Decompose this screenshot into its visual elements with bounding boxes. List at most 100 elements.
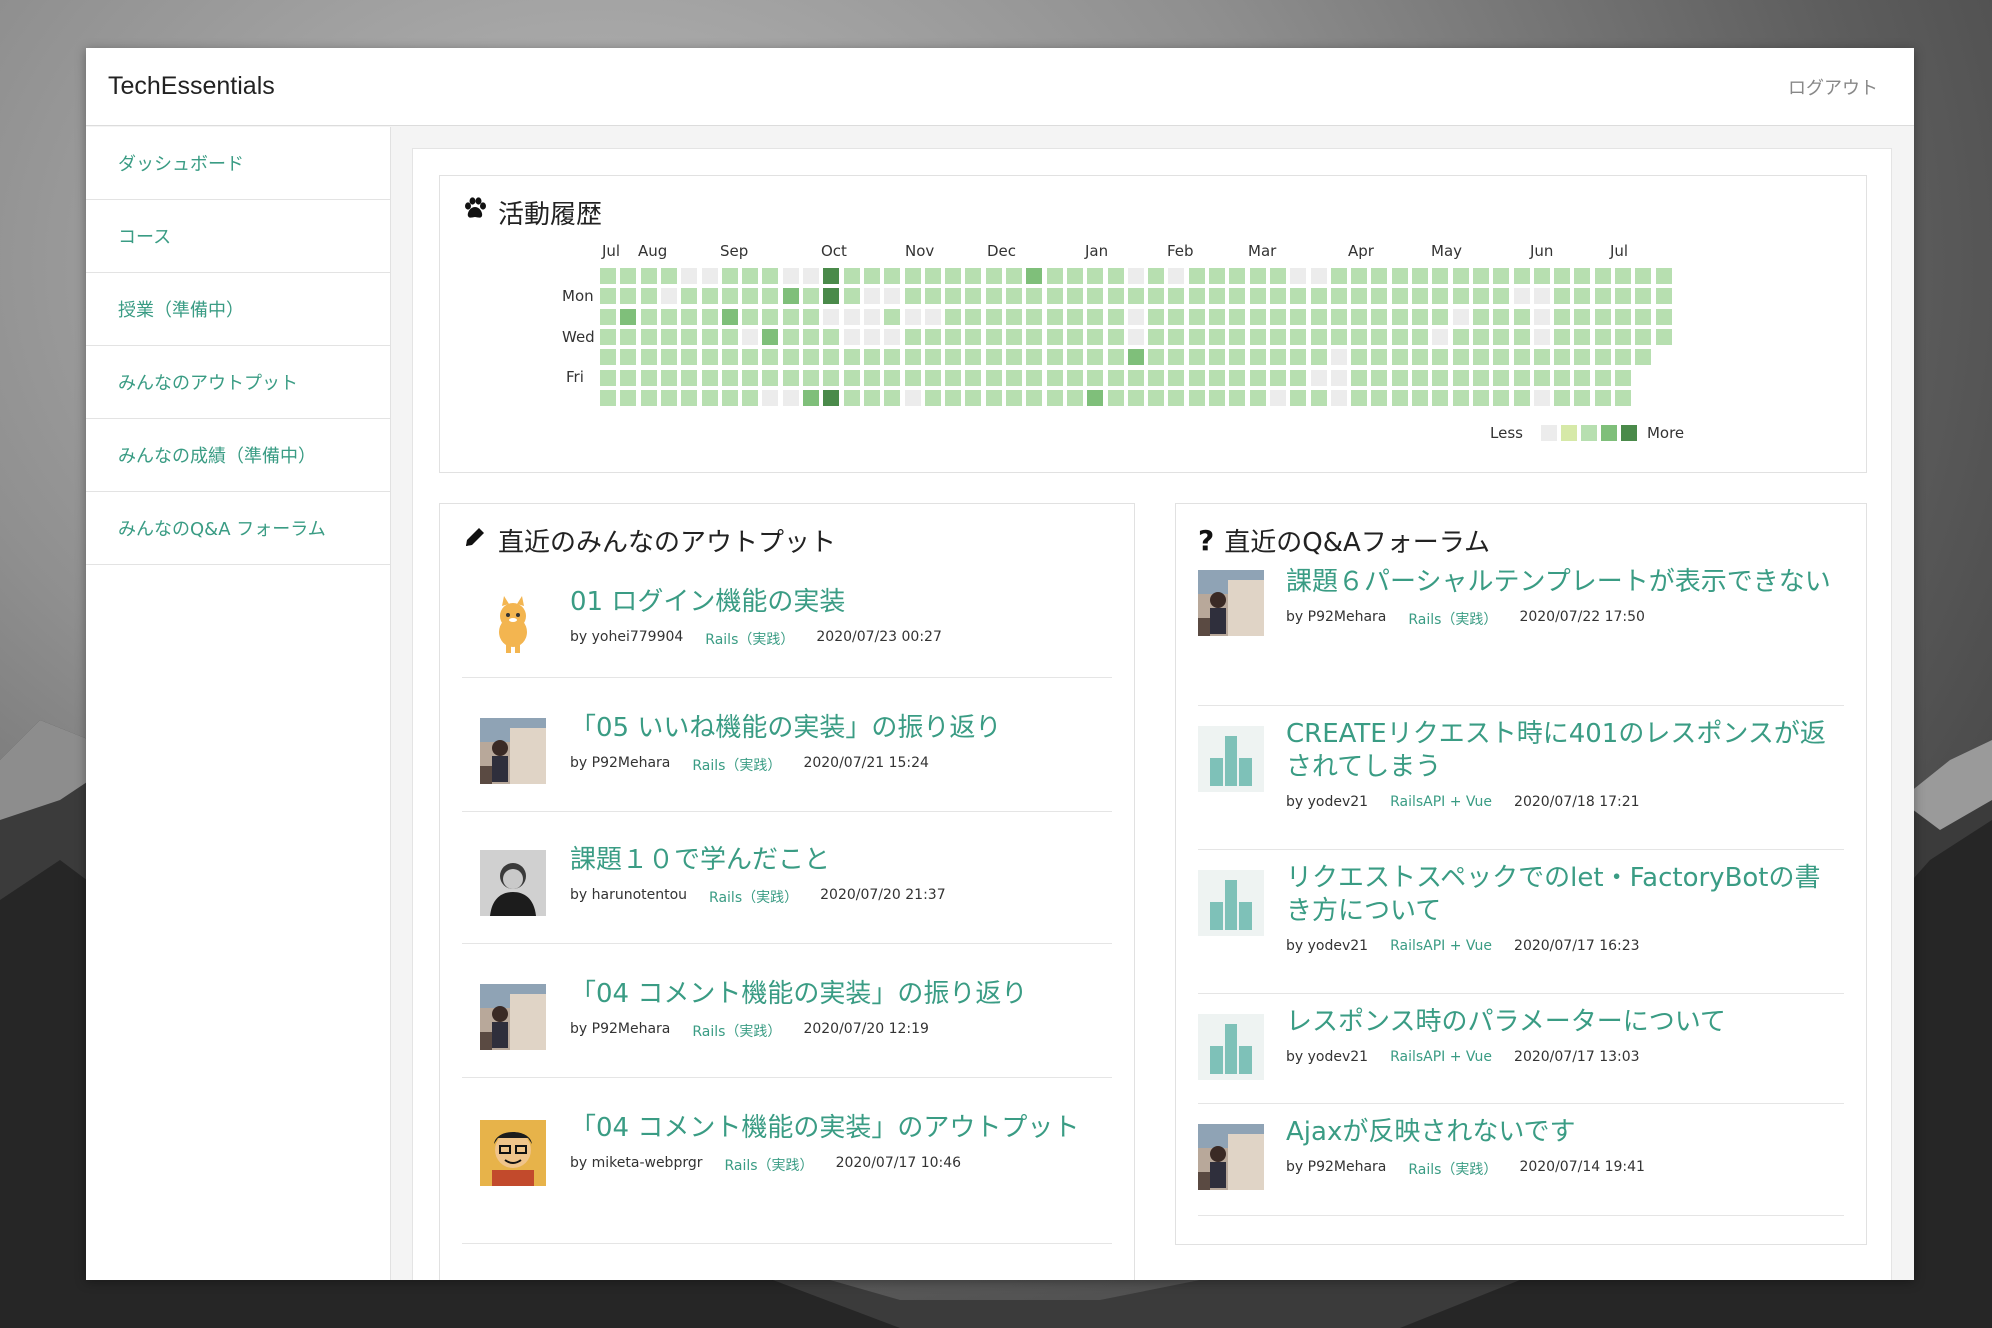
- heatmap-cell: [660, 288, 677, 305]
- sidebar-item-dashboard[interactable]: ダッシュボード: [86, 127, 390, 200]
- user-avatar[interactable]: [1198, 1014, 1264, 1080]
- top-navbar: TechEssentials ログアウト: [86, 48, 1914, 126]
- item-author[interactable]: by yodev21: [1286, 938, 1368, 954]
- item-title-link[interactable]: 課題１０で学んだこと: [570, 844, 1112, 877]
- list-item[interactable]: 課題１０で学んだこと by harunotentou Rails（実践） 2020/0…: [462, 812, 1112, 944]
- sidebar-item-qa-forum[interactable]: みんなのQ&A フォーラム: [86, 492, 390, 565]
- heatmap-cell: [803, 369, 819, 386]
- heatmap-month-label: Jan: [1085, 242, 1109, 260]
- item-title-link[interactable]: 「04 コメント機能の実装」の振り返り: [570, 978, 1112, 1011]
- heatmap-cell: [1615, 369, 1631, 386]
- heatmap-cell: [1127, 389, 1144, 406]
- heatmap-cell: [1006, 349, 1022, 366]
- user-avatar[interactable]: [1198, 1124, 1264, 1190]
- item-category-link[interactable]: Rails（実践）: [1408, 1159, 1497, 1179]
- sidebar-item-lessons[interactable]: 授業（準備中）: [86, 273, 390, 346]
- heatmap-cell: [1412, 369, 1428, 386]
- list-item[interactable]: 「04 コメント機能の実装」の振り返り by P92Mehara Rails（実践）…: [462, 944, 1112, 1078]
- user-avatar[interactable]: [480, 1120, 546, 1186]
- logout-link[interactable]: ログアウト: [1788, 74, 1878, 100]
- user-avatar[interactable]: [1198, 870, 1264, 936]
- heatmap-cell: [742, 268, 759, 284]
- list-item[interactable]: CREATEリクエスト時に401のレスポンスが返されてしまう by yodev21…: [1198, 706, 1844, 850]
- item-date: 2020/07/17 10:46: [835, 1155, 962, 1171]
- heatmap-cell: [1168, 288, 1185, 305]
- item-author[interactable]: by P92Mehara: [1286, 609, 1386, 629]
- heatmap-cell: [762, 288, 779, 305]
- heatmap-cell: [1391, 288, 1408, 305]
- heatmap-cell: [1209, 288, 1225, 305]
- sidebar-item-grades[interactable]: みんなの成績（準備中）: [86, 419, 390, 492]
- legend-swatch-3: [1600, 425, 1617, 441]
- item-author[interactable]: by yodev21: [1286, 1049, 1368, 1065]
- heatmap-cell: [762, 328, 779, 345]
- list-item[interactable]: 「05 いいね機能の実装」の振り返り by P92Mehara Rails（実践） 2…: [462, 678, 1112, 812]
- heatmap-cell: [681, 369, 698, 386]
- item-title-link[interactable]: 「05 いいね機能の実装」の振り返り: [570, 712, 1112, 745]
- item-title-link[interactable]: 「04 コメント機能の実装」のアウトプット: [570, 1112, 1112, 1145]
- item-category-link[interactable]: Rails（実践）: [1408, 609, 1497, 629]
- item-author[interactable]: by P92Mehara: [1286, 1159, 1386, 1179]
- heatmap-cell: [1391, 389, 1408, 406]
- heatmap-cell: [701, 389, 718, 406]
- heatmap-cell: [1351, 349, 1368, 366]
- heatmap-cell: [1513, 288, 1530, 305]
- heatmap-cell: [1026, 369, 1043, 386]
- heatmap-cell: [1432, 328, 1449, 345]
- heatmap-cell: [1229, 268, 1246, 284]
- heatmap-cell: [1533, 288, 1550, 305]
- item-author[interactable]: by yohei779904: [570, 629, 683, 649]
- list-item[interactable]: 「04 コメント機能の実装」のアウトプット by miketa-webprgr Ra…: [462, 1078, 1112, 1244]
- user-avatar[interactable]: [1198, 726, 1264, 792]
- item-category-link[interactable]: Rails（実践）: [724, 1155, 813, 1175]
- item-author[interactable]: by miketa-webprgr: [570, 1155, 702, 1175]
- item-title-link[interactable]: 課題６パーシャルテンプレートが表示できない: [1286, 566, 1844, 599]
- item-author[interactable]: by yodev21: [1286, 794, 1368, 810]
- heatmap-cell: [803, 349, 819, 366]
- item-category-link[interactable]: Rails（実践）: [692, 755, 781, 775]
- heatmap-cell: [1026, 328, 1043, 345]
- list-item[interactable]: 01 ログイン機能の実装 by yohei779904 Rails（実践） 2020/…: [462, 578, 1112, 678]
- item-category-link[interactable]: RailsAPI + Vue: [1390, 1049, 1492, 1065]
- heatmap-cell: [843, 389, 860, 406]
- heatmap-cell: [1574, 268, 1591, 284]
- heatmap-cell: [701, 369, 718, 386]
- heatmap-cell: [620, 349, 637, 366]
- item-author[interactable]: by P92Mehara: [570, 755, 670, 775]
- item-title-link[interactable]: Ajaxが反映されないです: [1286, 1116, 1844, 1149]
- heatmap-cell: [1533, 389, 1550, 406]
- item-title-link[interactable]: 01 ログイン機能の実装: [570, 586, 1112, 619]
- item-author[interactable]: by P92Mehara: [570, 1021, 670, 1041]
- list-item[interactable]: Ajaxが反映されないです by P92Mehara Rails（実践） 2020/0…: [1198, 1104, 1844, 1216]
- item-category-link[interactable]: Rails（実践）: [709, 887, 798, 907]
- item-title-link[interactable]: リクエストスペックでのlet・FactoryBotの書き方について: [1286, 862, 1844, 928]
- list-item[interactable]: 課題６パーシャルテンプレートが表示できない by P92Mehara Rails（実…: [1198, 566, 1844, 706]
- user-avatar[interactable]: [480, 984, 546, 1050]
- sidebar-item-outputs[interactable]: みんなのアウトプット: [86, 346, 390, 419]
- item-category-link[interactable]: Rails（実践）: [705, 629, 794, 649]
- recent-outputs-card: 直近のみんなのアウトプット 01 ログイン機能の実装 by yohei779904…: [439, 503, 1135, 1280]
- heatmap-cell: [1351, 268, 1368, 284]
- heatmap-cell: [965, 288, 982, 305]
- list-item[interactable]: レスポンス時のパラメーターについて by yodev21 RailsAPI + Vu…: [1198, 994, 1844, 1104]
- heatmap-cell: [823, 308, 840, 325]
- item-category-link[interactable]: Rails（実践）: [692, 1021, 781, 1041]
- heatmap-cell: [1655, 288, 1672, 305]
- item-category-link[interactable]: RailsAPI + Vue: [1390, 938, 1492, 954]
- user-avatar[interactable]: [480, 592, 546, 658]
- item-title-link[interactable]: レスポンス時のパラメーターについて: [1286, 1006, 1844, 1039]
- list-item[interactable]: リクエストスペックでのlet・FactoryBotの書き方について by yode…: [1198, 850, 1844, 994]
- heatmap-cell: [843, 308, 860, 325]
- heatmap-cell: [1452, 288, 1469, 305]
- brand-logo[interactable]: TechEssentials: [108, 72, 275, 101]
- item-author[interactable]: by harunotentou: [570, 887, 687, 907]
- user-avatar[interactable]: [480, 718, 546, 784]
- heatmap-cell: [1655, 328, 1672, 345]
- sidebar-item-courses[interactable]: コース: [86, 200, 390, 273]
- heatmap-cell: [985, 369, 1002, 386]
- item-category-link[interactable]: RailsAPI + Vue: [1390, 794, 1492, 810]
- user-avatar[interactable]: [1198, 570, 1264, 636]
- item-title-link[interactable]: CREATEリクエスト時に401のレスポンスが返されてしまう: [1286, 718, 1844, 784]
- heatmap-cell: [1472, 308, 1489, 325]
- user-avatar[interactable]: [480, 850, 546, 916]
